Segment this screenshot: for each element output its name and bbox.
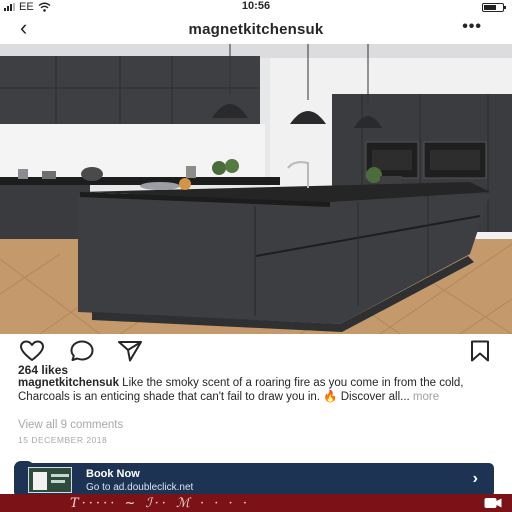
account-title[interactable]: magnetkitchensuk bbox=[0, 21, 512, 38]
video-camera-icon[interactable] bbox=[484, 497, 502, 509]
likes-count[interactable]: 264 likes bbox=[18, 363, 68, 377]
comment-button[interactable] bbox=[66, 338, 98, 364]
post-action-row bbox=[0, 338, 512, 364]
ad-thumbnail bbox=[28, 467, 72, 493]
bottom-script-text: T····· ~ ℐ·· ℳ · · · · bbox=[70, 496, 250, 511]
paper-plane-icon bbox=[118, 341, 142, 362]
ad-url: Go to ad.doubleclick.net bbox=[86, 482, 194, 493]
battery-icon bbox=[482, 3, 506, 12]
post-date: 15 DECEMBER 2018 bbox=[18, 435, 108, 445]
bookmark-icon bbox=[471, 340, 489, 362]
post-image[interactable] bbox=[0, 44, 512, 334]
status-time: 10:56 bbox=[241, 0, 271, 12]
chevron-right-icon: › bbox=[472, 470, 478, 487]
post-caption: magnetkitchensuk Like the smoky scent of… bbox=[18, 377, 494, 404]
nav-header: ‹ magnetkitchensuk ••• bbox=[0, 14, 512, 44]
like-button[interactable] bbox=[16, 338, 48, 364]
share-button[interactable] bbox=[114, 338, 146, 364]
status-bar: EE 10:56 bbox=[0, 0, 512, 14]
heart-icon bbox=[20, 340, 44, 361]
caption-more-link[interactable]: more bbox=[410, 391, 439, 403]
kitchen-photo bbox=[0, 44, 512, 334]
ad-title: Book Now bbox=[86, 468, 140, 480]
view-comments-link[interactable]: View all 9 comments bbox=[18, 419, 123, 431]
comment-icon bbox=[70, 340, 94, 361]
more-options-icon[interactable]: ••• bbox=[462, 18, 482, 36]
bottom-strip: T····· ~ ℐ·· ℳ · · · · bbox=[0, 494, 512, 512]
caption-username[interactable]: magnetkitchensuk bbox=[18, 377, 119, 389]
save-button[interactable] bbox=[464, 338, 496, 364]
ad-banner[interactable]: Book Now Go to ad.doubleclick.net › bbox=[14, 463, 494, 497]
